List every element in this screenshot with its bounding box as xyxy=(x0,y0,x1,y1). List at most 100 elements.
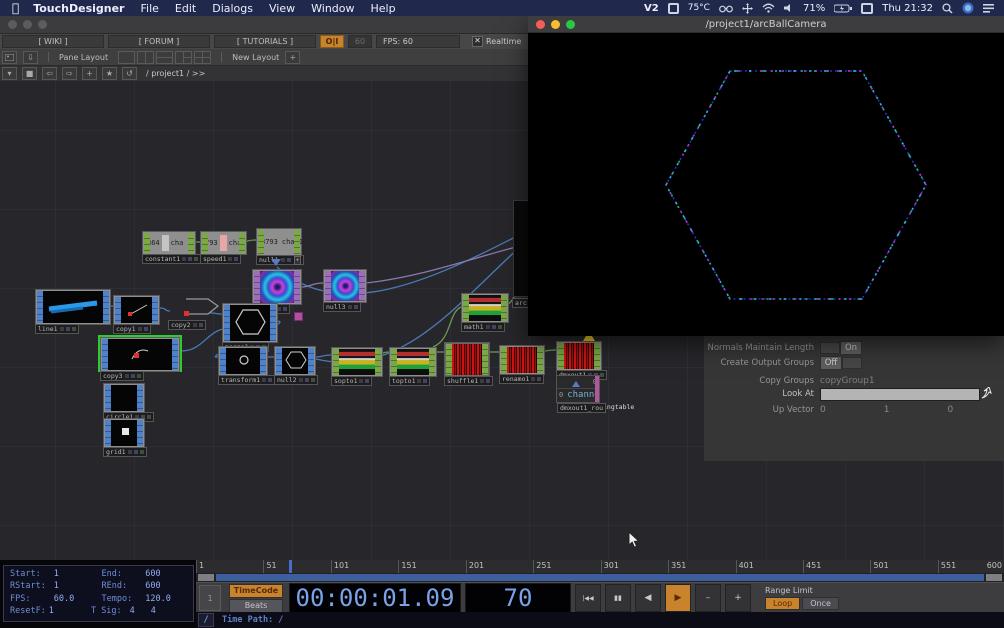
node-flag[interactable] xyxy=(359,379,363,383)
node-constant1[interactable]: 364cha constant1 xyxy=(142,231,196,253)
output-connector[interactable] xyxy=(594,343,600,369)
node-label[interactable]: math1 xyxy=(461,322,505,332)
playhead[interactable] xyxy=(289,560,292,573)
node-flag[interactable] xyxy=(537,377,541,381)
history-icon[interactable]: ↺ xyxy=(122,67,137,80)
node-dmxout1[interactable]: dmxout1 xyxy=(556,341,602,369)
output-connector[interactable] xyxy=(137,420,143,446)
node-flag[interactable] xyxy=(137,374,141,378)
node-flag[interactable] xyxy=(348,305,352,309)
io-toggle-button[interactable]: O|I xyxy=(320,35,344,48)
node-comment-flag[interactable] xyxy=(294,312,303,321)
node-label[interactable]: transform1 xyxy=(218,375,275,385)
rend-value[interactable]: 600 xyxy=(145,581,193,591)
battery-icon[interactable] xyxy=(834,4,852,13)
output-connector[interactable] xyxy=(103,291,109,323)
node-flag[interactable] xyxy=(268,378,272,382)
tsig-num[interactable]: 4 xyxy=(130,606,151,616)
pane-menu-icon[interactable]: ▾ xyxy=(2,67,17,80)
rstart-value[interactable]: 1 xyxy=(54,581,102,591)
wifi-icon[interactable] xyxy=(762,3,775,13)
node-flag[interactable] xyxy=(193,323,197,327)
fps-value[interactable]: 60.0 xyxy=(54,594,102,604)
node-label[interactable]: speed1 xyxy=(200,254,241,264)
node-flag[interactable] xyxy=(140,450,144,454)
node-flag[interactable] xyxy=(138,327,142,331)
forum-button[interactable]: [ FORUM ] xyxy=(108,35,210,48)
layout-quad-button[interactable] xyxy=(194,51,211,64)
node-flag[interactable] xyxy=(287,258,291,262)
tutorials-button[interactable]: [ TUTORIALS ] xyxy=(214,35,316,48)
node-label[interactable]: renamo1 xyxy=(499,374,544,384)
dat-scrollbar[interactable] xyxy=(595,376,599,402)
toggle-track[interactable] xyxy=(842,357,862,369)
menu-help[interactable]: Help xyxy=(371,2,396,15)
menu-dialogs[interactable]: Dialogs xyxy=(212,2,253,15)
node-speed1[interactable]: 793cha speed1 xyxy=(200,231,247,253)
node-flag[interactable] xyxy=(182,257,186,261)
close-button[interactable] xyxy=(8,20,17,29)
node-flag[interactable] xyxy=(417,379,421,383)
node-line1[interactable]: line1 xyxy=(35,289,111,323)
play-reverse-button[interactable]: ◀ xyxy=(635,584,661,612)
up-vector-y[interactable]: 1 xyxy=(884,405,890,415)
battery-percent[interactable]: 71% xyxy=(803,3,825,14)
back-icon[interactable]: ⇦ xyxy=(42,67,57,80)
output-connector[interactable] xyxy=(152,297,158,323)
once-button[interactable]: Once xyxy=(802,597,839,610)
copy-groups-value[interactable]: copyGroup1 xyxy=(820,376,875,386)
photos-status-icon[interactable] xyxy=(668,3,679,14)
node-flag[interactable] xyxy=(480,379,484,383)
spotlight-icon[interactable] xyxy=(942,3,953,14)
node-null1[interactable]: 3793chan1 null1+ xyxy=(256,228,302,254)
up-vector-z[interactable]: 0 xyxy=(947,405,953,415)
scrollbar-range[interactable] xyxy=(216,574,984,581)
node-flag[interactable] xyxy=(486,379,490,383)
node-flag[interactable] xyxy=(299,378,303,382)
node-label[interactable]: dmxout1_rou xyxy=(557,403,606,413)
end-value[interactable]: 600 xyxy=(145,569,193,579)
node-circle1[interactable]: circle1 xyxy=(103,383,145,411)
layout-vsplit-button[interactable] xyxy=(137,51,154,64)
menu-window[interactable]: Window xyxy=(311,2,354,15)
camera-viewport[interactable] xyxy=(528,33,1004,336)
output-connector[interactable] xyxy=(375,349,381,375)
apple-menu-icon[interactable]:  xyxy=(12,1,19,15)
minimize-button[interactable] xyxy=(23,20,32,29)
volume-icon[interactable] xyxy=(784,3,794,13)
play-button[interactable]: ▶ xyxy=(665,584,691,612)
output-connector[interactable] xyxy=(308,348,314,374)
node-label[interactable]: constant1 xyxy=(142,254,201,264)
output-connector[interactable] xyxy=(260,348,266,374)
node-flag[interactable] xyxy=(234,257,238,261)
arcballcamera-viewer-window[interactable]: /project1/arcBallCamera xyxy=(528,16,1004,335)
menu-edit[interactable]: Edit xyxy=(175,2,196,15)
expand-button[interactable]: + xyxy=(294,256,302,265)
app-menu[interactable]: TouchDesigner xyxy=(33,2,124,15)
output-connector[interactable] xyxy=(294,230,300,254)
node-flag[interactable] xyxy=(498,325,502,329)
notification-center-icon[interactable] xyxy=(983,4,994,13)
output-connector[interactable] xyxy=(239,233,245,253)
output-connector[interactable] xyxy=(501,295,507,321)
node-flag[interactable] xyxy=(354,305,358,309)
timeline-index[interactable]: 1 xyxy=(199,585,221,611)
breadcrumb[interactable]: / project1 / >> xyxy=(146,69,205,78)
node-null2[interactable]: null2 xyxy=(274,346,316,374)
node-renamo1[interactable]: renamo1 xyxy=(499,345,545,373)
node-flag[interactable] xyxy=(600,373,604,377)
loop-button[interactable]: Loop xyxy=(765,597,800,610)
node-label[interactable]: sopto1 xyxy=(331,376,372,386)
output-connector[interactable] xyxy=(294,271,300,303)
node-flag[interactable] xyxy=(365,379,369,383)
node-label[interactable]: grid1 xyxy=(103,447,147,457)
node-transform1[interactable]: transform1 xyxy=(218,346,268,374)
timeline-ruler[interactable]: 1 51 101 151 201 251 301 351 401 451 501… xyxy=(196,560,1004,574)
node-flag[interactable] xyxy=(131,374,135,378)
node-flag[interactable] xyxy=(199,323,203,327)
node-label[interactable]: copy3 xyxy=(100,371,144,381)
node-copy2[interactable]: copy2 xyxy=(168,293,230,319)
node-label[interactable]: null2 xyxy=(274,375,318,385)
node-flag[interactable] xyxy=(486,325,490,329)
time-path-root-button[interactable]: / xyxy=(198,613,214,627)
